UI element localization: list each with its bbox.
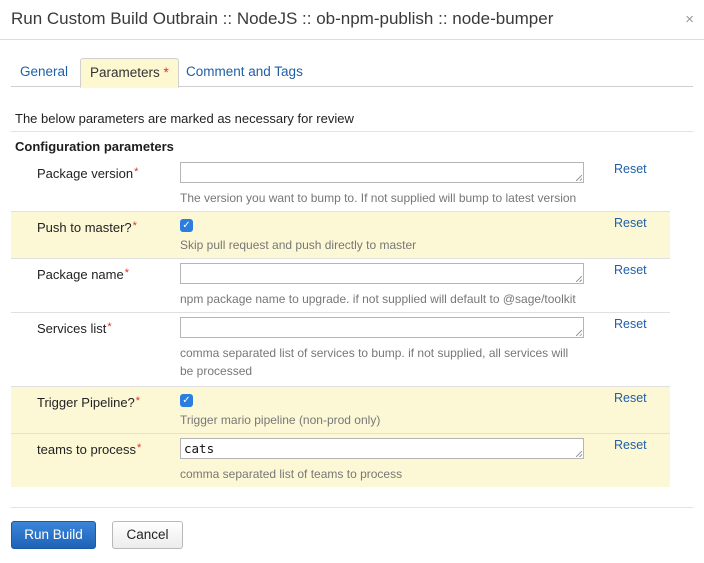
- close-icon[interactable]: ×: [685, 11, 694, 28]
- section-title: Configuration parameters: [15, 139, 174, 154]
- tab-comment-and-tags[interactable]: Comment and Tags: [177, 58, 312, 87]
- param-row-package-version: Package version* Reset The version you w…: [11, 158, 670, 212]
- param-label: Package name*: [37, 267, 130, 282]
- reset-package-name-link[interactable]: Reset: [614, 263, 647, 277]
- param-row-services-list: Services list* Reset comma separated lis…: [11, 313, 670, 387]
- param-hint: Trigger mario pipeline (non-prod only): [180, 413, 381, 427]
- intro-text: The below parameters are marked as neces…: [15, 111, 354, 126]
- reset-teams-to-process-link[interactable]: Reset: [614, 438, 647, 452]
- tab-bar: General Parameters * Comment and Tags: [11, 58, 693, 88]
- reset-services-list-link[interactable]: Reset: [614, 317, 647, 331]
- divider: [11, 131, 693, 132]
- reset-push-to-master-link[interactable]: Reset: [614, 216, 647, 230]
- services-list-input[interactable]: [180, 317, 584, 338]
- param-row-package-name: Package name* Reset npm package name to …: [11, 259, 670, 313]
- param-row-teams-to-process: teams to process* cats Reset comma separ…: [11, 434, 670, 487]
- checkmark-icon: ✓: [182, 395, 191, 406]
- param-hint: comma separated list of teams to process: [180, 467, 403, 481]
- param-hint: The version you want to bump to. If not …: [180, 191, 577, 205]
- param-label: Push to master?*: [37, 220, 137, 235]
- trigger-pipeline-checkbox[interactable]: ✓: [180, 394, 193, 407]
- tab-parameters[interactable]: Parameters *: [80, 58, 179, 88]
- cancel-button[interactable]: Cancel: [112, 521, 183, 549]
- tab-parameters-label: Parameters: [90, 65, 160, 80]
- dialog-title: Run Custom Build Outbrain :: NodeJS :: o…: [11, 9, 554, 28]
- param-label: Package version*: [37, 166, 139, 181]
- package-name-input[interactable]: [180, 263, 584, 284]
- param-row-trigger-pipeline: Trigger Pipeline?* ✓ Reset Trigger mario…: [11, 387, 670, 434]
- reset-package-version-link[interactable]: Reset: [614, 162, 647, 176]
- tab-general[interactable]: General: [11, 58, 77, 87]
- tab-general-label: General: [20, 64, 69, 79]
- footer-divider: [11, 507, 693, 508]
- dialog-header: Run Custom Build Outbrain :: NodeJS :: o…: [0, 0, 704, 40]
- tab-comment-and-tags-label: Comment and Tags: [186, 64, 303, 79]
- push-to-master-checkbox[interactable]: ✓: [180, 219, 193, 232]
- param-hint: comma separated list of services to bump…: [180, 346, 569, 378]
- package-version-input[interactable]: [180, 162, 584, 183]
- param-label: teams to process*: [37, 442, 142, 457]
- run-build-button[interactable]: Run Build: [11, 521, 96, 549]
- tab-parameters-required-marker: *: [163, 65, 169, 80]
- param-hint: npm package name to upgrade. if not supp…: [180, 292, 576, 306]
- checkmark-icon: ✓: [182, 220, 191, 231]
- teams-to-process-input[interactable]: cats: [180, 438, 584, 459]
- param-label: Trigger Pipeline?*: [37, 395, 141, 410]
- reset-trigger-pipeline-link[interactable]: Reset: [614, 391, 647, 405]
- param-hint: Skip pull request and push directly to m…: [180, 238, 417, 252]
- param-label: Services list*: [37, 321, 112, 336]
- param-row-push-to-master: Push to master?* ✓ Reset Skip pull reque…: [11, 212, 670, 259]
